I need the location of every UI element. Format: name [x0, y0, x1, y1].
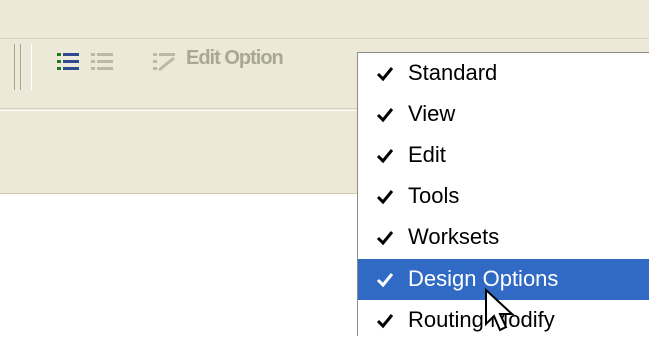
menu-item-label: Standard [408, 60, 498, 85]
checkmark-icon [376, 314, 394, 329]
checkmark-icon [376, 190, 394, 205]
top-toolbar-strip [0, 0, 649, 39]
menu-item-label: View [408, 101, 456, 126]
edit-option-button[interactable]: Edit Option [186, 47, 284, 70]
list-bullets-icon[interactable] [88, 48, 116, 76]
checkmark-icon [376, 149, 394, 164]
menu-item-edit[interactable]: Edit [358, 135, 649, 176]
checkmark-icon [376, 108, 394, 123]
menu-item-view[interactable]: View [358, 94, 649, 135]
toolbar-highlight-line [0, 110, 360, 111]
toolbar-bottom-divider [0, 193, 360, 194]
mouse-pointer-icon [485, 288, 515, 332]
checkmark-icon [376, 231, 394, 246]
toolbar-grip-line [20, 44, 21, 90]
checkmark-icon [376, 273, 394, 288]
menu-item-label: Worksets [408, 224, 500, 249]
menu-item-worksets[interactable]: Worksets [358, 217, 649, 258]
menu-item-label: Tools [408, 183, 460, 208]
menu-item-label: Edit [408, 142, 446, 167]
menu-item-label: Routing Modify [408, 307, 555, 332]
menu-item-standard[interactable]: Standard [358, 53, 649, 94]
list-edit-icon[interactable] [150, 48, 178, 76]
toolbar-divider [0, 108, 360, 109]
list-icon[interactable] [54, 48, 82, 76]
menu-item-tools[interactable]: Tools [358, 176, 649, 217]
checkmark-icon [376, 67, 394, 82]
toolbar-grip-handle[interactable] [14, 44, 32, 90]
